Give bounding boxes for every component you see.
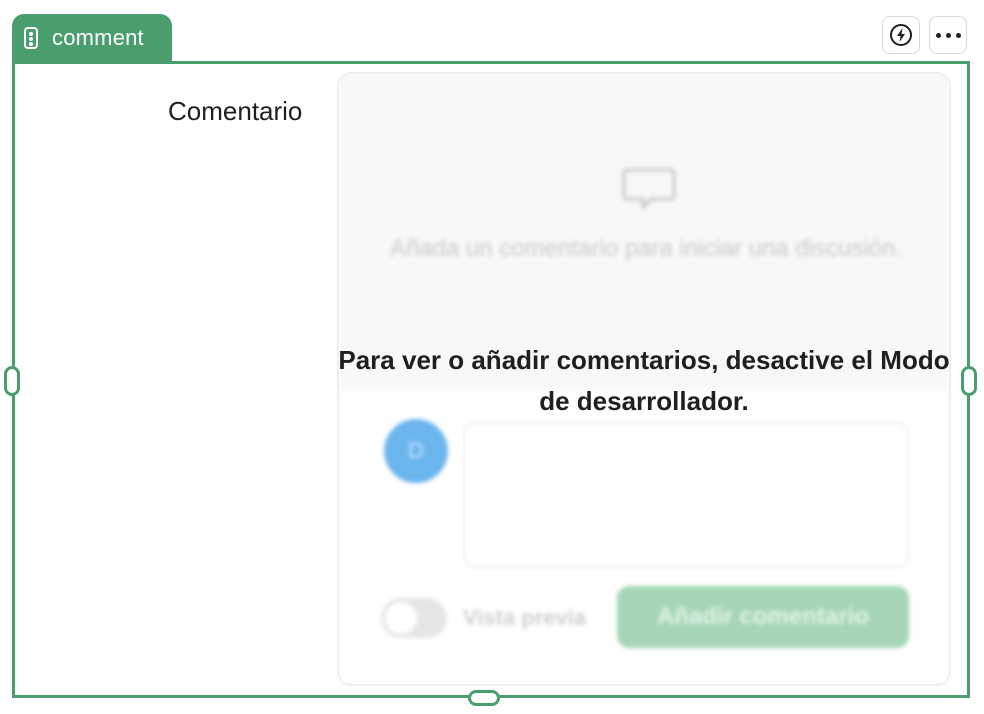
field-label: Comentario [168,96,303,126]
resize-handle-left[interactable] [4,366,20,396]
user-avatar: D [384,419,448,483]
preview-toggle[interactable] [381,598,447,638]
empty-comments-text: Añada un comentario para iniciar una dis… [389,235,903,262]
developer-mode-message: Para ver o añadir comentarios, desactive… [338,345,950,416]
component-type-label: comment [52,25,144,50]
more-options-button[interactable] [929,16,967,54]
add-comment-button[interactable]: Añadir comentario [617,586,909,648]
resize-handle-bottom[interactable] [468,690,500,706]
preview-toggle-label: Vista previa [463,605,587,630]
drag-handle-icon[interactable] [24,27,38,49]
lightning-icon [890,24,912,46]
resize-handle-right[interactable] [961,366,977,396]
comment-input[interactable] [463,422,909,568]
comment-bubble-icon [622,168,676,210]
component-type-tab[interactable]: comment [12,14,172,62]
more-horizontal-icon [935,32,961,38]
lightning-button[interactable] [882,16,920,54]
